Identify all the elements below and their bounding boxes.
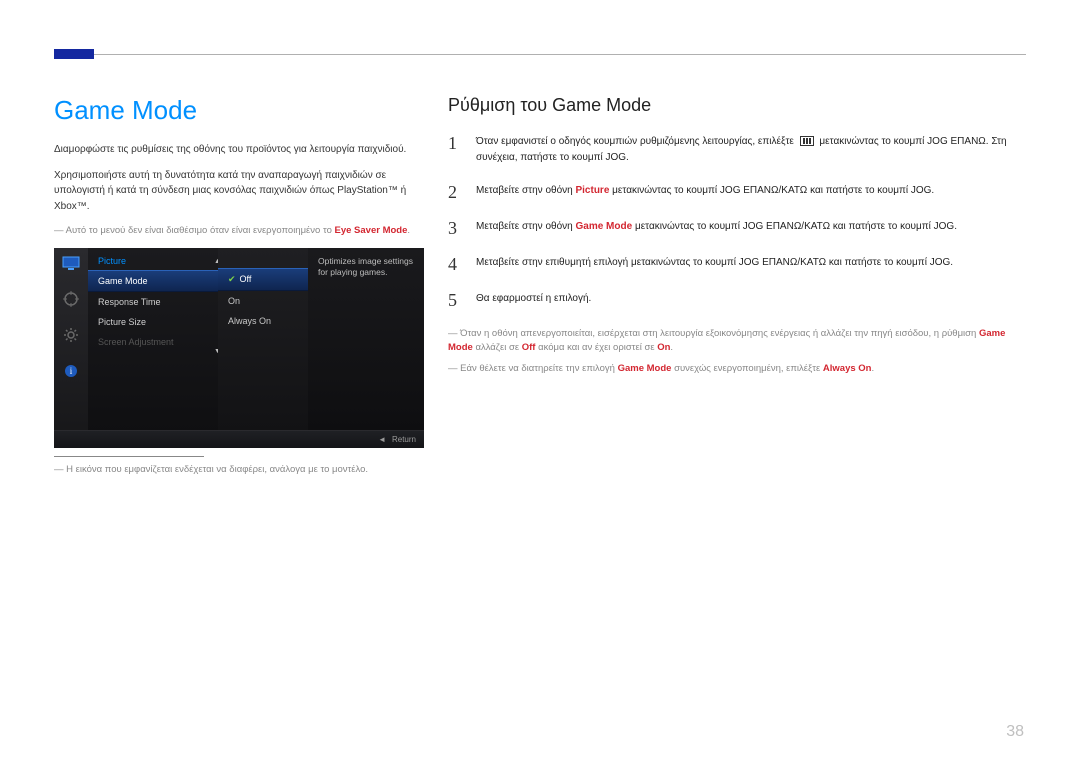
- step-3: 3 Μεταβείτε στην οθόνη Game Mode μετακιν…: [448, 219, 1026, 237]
- osd-menu-item[interactable]: Response Time: [88, 292, 218, 312]
- monitor-icon: [62, 254, 80, 272]
- left-caption: ― Η εικόνα που εμφανίζεται ενδέχεται να …: [54, 463, 424, 477]
- step-number: 5: [448, 291, 464, 309]
- subsection-title: Ρύθμιση του Game Mode: [448, 95, 1026, 116]
- osd-menu-item[interactable]: Picture Size: [88, 312, 218, 332]
- osd-window: i Picture Game Mode Response Time Pictur…: [54, 248, 424, 448]
- intro-para-1: Διαμορφώστε τις ρυθμίσεις της οθόνης του…: [54, 142, 424, 158]
- notes-block: ― Όταν η οθόνη απενεργοποιείται, εισέρχε…: [448, 327, 1026, 376]
- osd-values: ✔Off On Always On: [218, 248, 308, 448]
- left-footnote-1: ― Αυτό το μενού δεν είναι διαθέσιμο όταν…: [54, 224, 424, 238]
- right-note-2: ― Εάν θέλετε να διατηρείτε την επιλογή G…: [448, 362, 1026, 376]
- left-column: Game Mode Διαμορφώστε τις ρυθμίσεις της …: [54, 95, 424, 478]
- left-arrow-icon: ◄: [378, 435, 386, 444]
- header-rule: [54, 54, 1026, 55]
- osd-menu-item[interactable]: Game Mode: [88, 270, 218, 292]
- step-4: 4 Μεταβείτε στην επιθυμητή επιλογή μετακ…: [448, 255, 1026, 273]
- right-note-1: ― Όταν η οθόνη απενεργοποιείται, εισέρχε…: [448, 327, 1026, 356]
- step-number: 1: [448, 134, 464, 165]
- osd-value-item[interactable]: ✔Off: [218, 268, 308, 291]
- step-1: 1 Όταν εμφανιστεί ο οδηγός κουμπιών ρυθμ…: [448, 134, 1026, 165]
- step-2: 2 Μεταβείτε στην οθόνη Picture μετακινών…: [448, 183, 1026, 201]
- osd-menu-title: Picture: [88, 254, 218, 270]
- osd-value-item[interactable]: On: [218, 291, 308, 311]
- step-number: 2: [448, 183, 464, 201]
- osd-menu: Picture Game Mode Response Time Picture …: [88, 248, 218, 448]
- gear-icon: [62, 326, 80, 344]
- osd-sidebar: i: [54, 248, 88, 448]
- osd-value-item[interactable]: Always On: [218, 311, 308, 331]
- note-red: Eye Saver Mode: [335, 225, 408, 236]
- menu-glyph-icon: [800, 136, 814, 146]
- note-text: Αυτό το μενού δεν είναι διαθέσιμο όταν ε…: [66, 225, 335, 236]
- step-5: 5 Θα εφαρμοστεί η επιλογή.: [448, 291, 1026, 309]
- caption-rule: [54, 456, 204, 457]
- target-icon: [62, 290, 80, 308]
- right-column: Ρύθμιση του Game Mode 1 Όταν εμφανιστεί …: [448, 95, 1026, 478]
- step-number: 4: [448, 255, 464, 273]
- section-title: Game Mode: [54, 95, 424, 126]
- intro-para-2: Χρησιμοποιήστε αυτή τη δυνατότητα κατά τ…: [54, 168, 424, 215]
- page-number: 38: [1006, 723, 1024, 741]
- osd-footer: ◄ Return: [54, 430, 424, 448]
- osd-description: Optimizes image settings for playing gam…: [308, 248, 424, 448]
- info-icon: i: [62, 362, 80, 380]
- step-number: 3: [448, 219, 464, 237]
- return-label: Return: [392, 435, 416, 444]
- check-icon: ✔: [228, 274, 236, 284]
- osd-menu-item: Screen Adjustment: [88, 332, 218, 352]
